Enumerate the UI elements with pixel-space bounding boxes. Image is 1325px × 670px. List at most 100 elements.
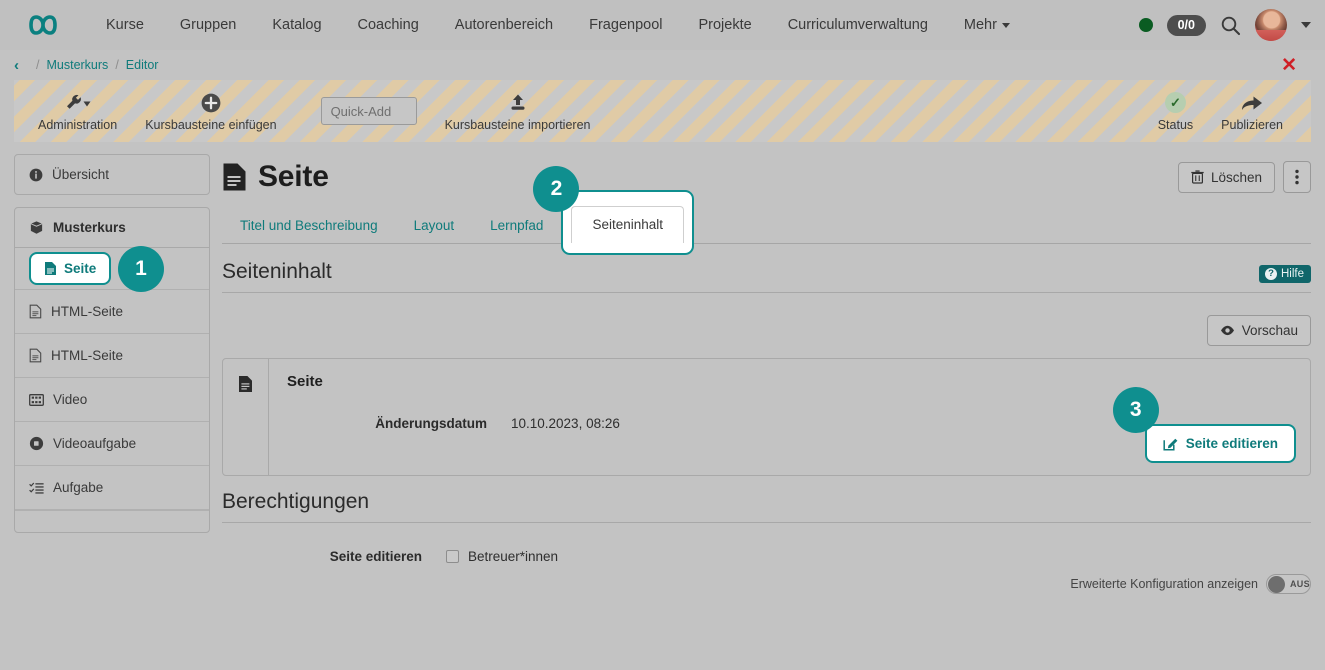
publish-button[interactable]: Publizieren bbox=[1207, 91, 1297, 132]
nav-item-fragenpool[interactable]: Fragenpool bbox=[571, 11, 680, 39]
sidebar-item-html-seite-1-label: HTML-Seite bbox=[51, 304, 123, 319]
search-icon[interactable] bbox=[1220, 15, 1241, 36]
page-icon bbox=[222, 162, 247, 192]
sidebar-overview-box: Übersicht bbox=[14, 154, 210, 195]
content-tabs: Titel und Beschreibung Layout Lernpfad S… bbox=[222, 208, 1311, 244]
sidebar-item-html-seite-2[interactable]: HTML-Seite bbox=[15, 334, 209, 378]
sidebar-course-title-label: Musterkurs bbox=[53, 220, 126, 235]
avatar[interactable] bbox=[1255, 9, 1287, 41]
tab-seiteninhalt[interactable]: Seiteninhalt bbox=[571, 206, 684, 243]
pencil-square-icon bbox=[1163, 436, 1178, 451]
card-meta-label: Änderungsdatum bbox=[287, 416, 511, 431]
plus-circle-icon bbox=[200, 91, 222, 115]
import-course-elements-button[interactable]: Kursbausteine importieren bbox=[431, 91, 605, 132]
record-circle-icon bbox=[29, 436, 44, 451]
permissions-heading: Berechtigungen bbox=[222, 476, 1311, 523]
chevron-down-icon bbox=[1002, 23, 1010, 28]
sidebar-item-seite-active[interactable]: Seite bbox=[29, 252, 111, 285]
sidebar-item-videoaufgabe-label: Videoaufgabe bbox=[53, 436, 136, 451]
info-circle-icon bbox=[29, 168, 43, 182]
nav-item-curriculumverwaltung[interactable]: Curriculumverwaltung bbox=[770, 11, 946, 39]
close-icon[interactable]: ✕ bbox=[1281, 56, 1297, 75]
chevron-down-icon[interactable] bbox=[1301, 22, 1311, 28]
breadcrumb: ‹ / Musterkurs / Editor ✕ bbox=[0, 50, 1325, 80]
betreuer-checkbox[interactable] bbox=[446, 550, 459, 563]
insert-course-elements-label: Kursbausteine einfügen bbox=[145, 118, 276, 132]
edit-page-button[interactable]: Seite editieren bbox=[1145, 424, 1296, 463]
sidebar-item-seite-label: Seite bbox=[64, 261, 96, 276]
help-badge[interactable]: ? Hilfe bbox=[1259, 265, 1311, 283]
document-icon bbox=[29, 348, 42, 363]
card-body: Seite Änderungsdatum 10.10.2023, 08:26 S bbox=[269, 359, 1310, 475]
nav-item-gruppen[interactable]: Gruppen bbox=[162, 11, 254, 39]
status-button[interactable]: ✓ Status bbox=[1144, 91, 1207, 132]
advanced-config-label: Erweiterte Konfiguration anzeigen bbox=[1070, 577, 1258, 591]
notification-count-badge[interactable]: 0/0 bbox=[1167, 15, 1206, 36]
more-actions-button[interactable] bbox=[1283, 161, 1311, 193]
insert-course-elements-button[interactable]: Kursbausteine einfügen bbox=[131, 91, 290, 132]
chevron-left-icon[interactable]: ‹ bbox=[14, 57, 19, 74]
toggle-knob bbox=[1268, 576, 1285, 593]
nav-item-mehr-label: Mehr bbox=[964, 17, 997, 33]
tab-seiteninhalt-holder: Seiteninhalt 2 bbox=[571, 206, 684, 243]
main-content: Seite Löschen bbox=[222, 154, 1311, 564]
breadcrumb-separator: / bbox=[115, 58, 118, 72]
status-indicator-dot bbox=[1139, 18, 1153, 32]
sidebar-item-aufgabe[interactable]: Aufgabe bbox=[15, 466, 209, 510]
page-icon bbox=[238, 375, 253, 475]
permissions-row: Seite editieren Betreuer*innen bbox=[222, 523, 1311, 564]
annotation-badge-1: 1 bbox=[118, 246, 164, 292]
import-course-elements-label: Kursbausteine importieren bbox=[445, 118, 591, 132]
toggle-state-label: AUS bbox=[1290, 579, 1310, 589]
sidebar-item-video[interactable]: Video bbox=[15, 378, 209, 422]
administration-label: Administration bbox=[38, 118, 117, 132]
nav-item-mehr[interactable]: Mehr bbox=[946, 11, 1028, 39]
section-header-seiteninhalt: Seiteninhalt ? Hilfe bbox=[222, 244, 1311, 293]
nav-item-projekte[interactable]: Projekte bbox=[680, 11, 769, 39]
betreuer-checkbox-label: Betreuer*innen bbox=[468, 549, 558, 564]
cube-icon bbox=[29, 220, 44, 235]
preview-row: Vorschau bbox=[222, 293, 1311, 358]
sidebar-item-html-seite-1[interactable]: HTML-Seite bbox=[15, 290, 209, 334]
nav-item-coaching[interactable]: Coaching bbox=[340, 11, 437, 39]
preview-button[interactable]: Vorschau bbox=[1207, 315, 1311, 346]
delete-button[interactable]: Löschen bbox=[1178, 162, 1275, 193]
advanced-config-row: Erweiterte Konfiguration anzeigen AUS bbox=[1070, 574, 1311, 594]
infinity-logo[interactable] bbox=[18, 10, 70, 40]
administration-button[interactable]: Administration bbox=[24, 91, 131, 132]
annotation-badge-3: 3 bbox=[1113, 387, 1159, 433]
sidebar-item-html-seite-2-label: HTML-Seite bbox=[51, 348, 123, 363]
toolbar-right-group: ✓ Status Publizieren bbox=[1144, 91, 1297, 132]
sidebar-course-tree: Musterkurs Seite 1 bbox=[14, 207, 210, 533]
delete-button-label: Löschen bbox=[1211, 170, 1262, 185]
tab-layout[interactable]: Layout bbox=[396, 210, 473, 243]
course-sidebar: Übersicht Musterkurs bbox=[14, 154, 210, 564]
edit-page-button-label: Seite editieren bbox=[1186, 436, 1278, 451]
sidebar-item-seite[interactable]: Seite 1 bbox=[15, 248, 209, 290]
question-circle-icon: ? bbox=[1265, 268, 1277, 280]
wrench-icon bbox=[65, 91, 91, 115]
upload-icon bbox=[507, 91, 529, 115]
page-title-actions: Löschen bbox=[1178, 161, 1311, 193]
quick-add-input[interactable] bbox=[321, 97, 417, 125]
status-label: Status bbox=[1158, 118, 1193, 132]
tab-titel-und-beschreibung[interactable]: Titel und Beschreibung bbox=[222, 210, 396, 243]
editor-toolbar-wrapper: Administration Kursbausteine einfügen Ku… bbox=[0, 80, 1325, 142]
breadcrumb-item-editor[interactable]: Editor bbox=[126, 58, 159, 72]
nav-item-kurse[interactable]: Kurse bbox=[88, 11, 162, 39]
sidebar-item-uebersicht[interactable]: Übersicht bbox=[15, 155, 209, 194]
content-card: Seite Änderungsdatum 10.10.2023, 08:26 S bbox=[222, 358, 1311, 476]
kebab-menu-icon bbox=[1295, 169, 1299, 185]
breadcrumb-item-musterkurs[interactable]: Musterkurs bbox=[46, 58, 108, 72]
tab-lernpfad[interactable]: Lernpfad bbox=[472, 210, 561, 243]
nav-item-autorenbereich[interactable]: Autorenbereich bbox=[437, 11, 571, 39]
sidebar-course-title[interactable]: Musterkurs bbox=[15, 208, 209, 248]
advanced-config-toggle[interactable]: AUS bbox=[1266, 574, 1311, 594]
task-list-icon bbox=[29, 481, 44, 495]
sidebar-item-videoaufgabe[interactable]: Videoaufgabe bbox=[15, 422, 209, 466]
section-title-text: Seiteninhalt bbox=[222, 260, 332, 283]
main-nav-links: Kurse Gruppen Katalog Coaching Autorenbe… bbox=[88, 11, 1028, 39]
nav-item-katalog[interactable]: Katalog bbox=[254, 11, 339, 39]
permissions-row-label: Seite editieren bbox=[222, 549, 446, 564]
page-title: Seite bbox=[222, 160, 329, 194]
